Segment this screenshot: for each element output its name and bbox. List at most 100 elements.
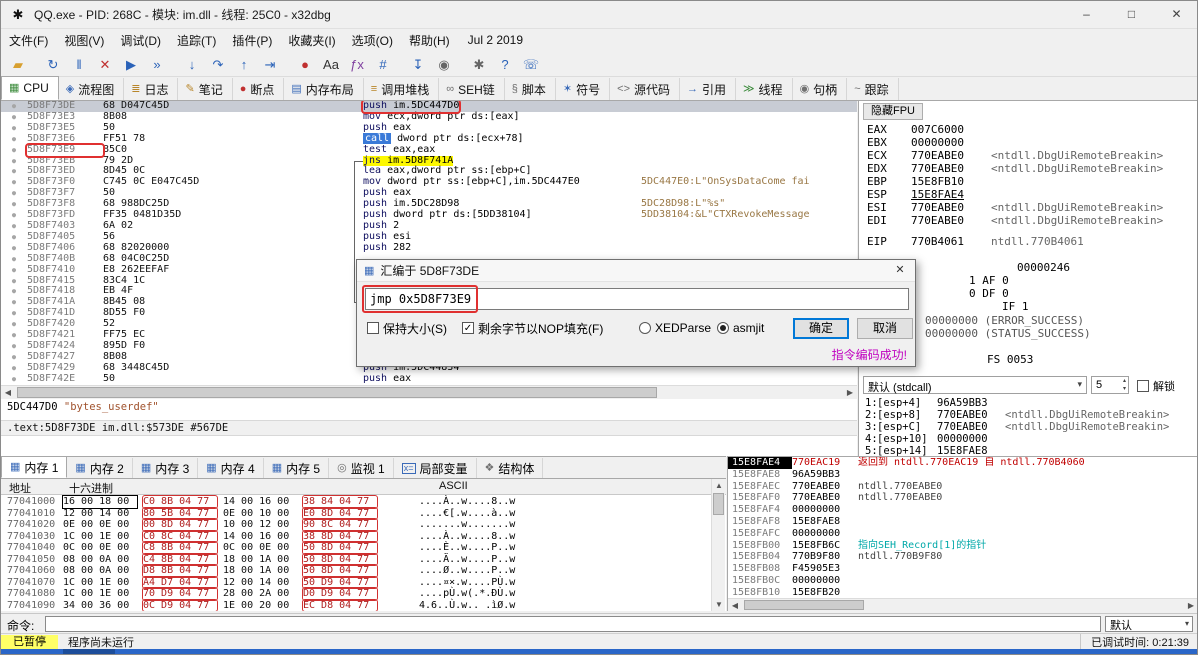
view-tab[interactable]: ≣ 日志 xyxy=(124,78,179,100)
register-row[interactable]: EAX 007C6000 xyxy=(859,123,1197,136)
toolbar-button-icon[interactable]: ◉ xyxy=(432,53,456,75)
command-input[interactable] xyxy=(45,616,1101,632)
dump-row[interactable]: 77041030 1C 00 1E 00 C0 8C 04 77 14 00 1… xyxy=(1,529,711,543)
stack-row[interactable]: 15E8FAEC 770EABE0 ntdll.770EABE0 xyxy=(728,481,1197,493)
view-tab[interactable]: ≡ 调用堆栈 xyxy=(364,78,440,100)
stack-horizontal-scrollbar[interactable]: ◀ ▶ xyxy=(728,598,1197,612)
scroll-left-arrow[interactable]: ◀ xyxy=(728,599,742,612)
toolbar-button-icon[interactable]: ↑ xyxy=(232,53,256,75)
menu-item[interactable]: 调试(D) xyxy=(112,29,169,52)
stack-row[interactable]: 15E8FAF8 15E8FAE8 xyxy=(728,516,1197,528)
breakpoint-dot-icon[interactable]: ● xyxy=(1,276,27,287)
dump-row[interactable]: 77041020 0E 00 0E 00 00 8D 04 77 10 00 1… xyxy=(1,518,711,532)
radio-icon[interactable] xyxy=(639,322,651,334)
toolbar-button-icon[interactable]: ↓ xyxy=(180,53,204,75)
argument-row[interactable]: 5: [esp+14] 15E8FAE8 xyxy=(859,445,1197,456)
taskbar-strip[interactable] xyxy=(1,649,1197,654)
view-tab[interactable]: ∞ SEH链 xyxy=(439,78,505,100)
stack-row[interactable]: 15E8FAF0 770EABE0 ntdll.770EABE0 xyxy=(728,492,1197,504)
dialog-title-bar[interactable]: ▦ 汇编于 5D8F73DE ✕ xyxy=(357,260,915,282)
argument-row[interactable]: 3: [esp+C] 770EABE0 <ntdll.DbgUiRemoteBr… xyxy=(859,421,1197,433)
register-row[interactable]: ECX 770EABE0 <ntdll.DbgUiRemoteBreakin> xyxy=(859,149,1197,162)
breakpoint-dot-icon[interactable]: ● xyxy=(1,254,27,265)
menu-item[interactable]: 视图(V) xyxy=(56,29,112,52)
toolbar-button-icon[interactable]: ? xyxy=(493,53,517,75)
breakpoint-dot-icon[interactable]: ● xyxy=(1,145,27,156)
stack-row[interactable]: 15E8FAF4 00000000 xyxy=(728,504,1197,516)
menu-item[interactable]: 插件(P) xyxy=(224,29,280,52)
dump-tab[interactable]: ▦ 内存 2 xyxy=(67,458,133,478)
stepper-arrows-icon[interactable]: ▴ ▾ xyxy=(1123,377,1126,393)
scroll-thumb[interactable] xyxy=(744,599,864,610)
dump-row[interactable]: 77041070 1C 00 1E 00 A4 D7 04 77 12 00 1… xyxy=(1,575,711,589)
view-tab[interactable]: → 引用 xyxy=(680,78,737,100)
toolbar-button-icon[interactable]: ↧ xyxy=(406,53,430,75)
view-tab[interactable]: <> 源代码 xyxy=(610,78,681,100)
dump-row[interactable]: 77041080 1C 00 1E 00 70 D9 04 77 28 00 2… xyxy=(1,587,711,601)
menu-item[interactable]: 追踪(T) xyxy=(169,29,224,52)
breakpoint-dot-icon[interactable]: ● xyxy=(1,308,27,319)
register-row[interactable]: EBP 15E8FB10 xyxy=(859,175,1197,188)
view-tab[interactable]: § 脚本 xyxy=(505,78,556,100)
ok-button[interactable]: 确定 xyxy=(793,318,849,339)
minimize-button[interactable]: – xyxy=(1064,1,1109,28)
checkbox-icon[interactable] xyxy=(367,322,379,334)
view-tab[interactable]: ~ 跟踪 xyxy=(847,78,899,100)
disasm-row[interactable]: ● 5D8F7403 6A 02 push 2 xyxy=(1,220,857,232)
toolbar-button-icon[interactable]: ↷ xyxy=(206,53,230,75)
breakpoint-dot-icon[interactable]: ● xyxy=(1,177,27,188)
dump-tab[interactable]: ◎ 监视 1 xyxy=(329,458,394,478)
dump-row[interactable]: 77041040 0C 00 0E 00 C8 8B 04 77 0C 00 0… xyxy=(1,541,711,555)
toolbar-button-icon[interactable]: ● xyxy=(293,53,317,75)
stack-row[interactable]: 15E8FB00 15E8FB6C 指向SEH_Record[1]的指针 xyxy=(728,540,1197,552)
breakpoint-dot-icon[interactable]: ● xyxy=(1,134,27,145)
stack-row[interactable]: 15E8FB04 770B9F80 ntdll.770B9F80 xyxy=(728,551,1197,563)
menu-item[interactable]: 选项(O) xyxy=(344,29,401,52)
toolbar-button-icon[interactable]: ☏ xyxy=(519,53,543,75)
disasm-row[interactable]: ● 5D8F742E 50 push eax xyxy=(1,373,857,385)
breakpoint-dot-icon[interactable]: ● xyxy=(1,188,27,199)
dump-row[interactable]: 77041090 34 00 36 00 0C D9 04 77 1E 00 2… xyxy=(1,598,711,611)
maximize-button[interactable]: □ xyxy=(1109,1,1154,28)
breakpoint-dot-icon[interactable]: ● xyxy=(1,363,27,374)
register-row[interactable]: EBX 00000000 xyxy=(859,136,1197,149)
menu-item[interactable]: 帮助(H) xyxy=(401,29,458,52)
breakpoint-dot-icon[interactable]: ● xyxy=(1,210,27,221)
dump-tab[interactable]: ▦ 内存 4 xyxy=(198,458,264,478)
scroll-right-arrow[interactable]: ▶ xyxy=(843,386,857,399)
dump-row[interactable]: 77041010 12 00 14 00 80 5B 04 77 0E 00 1… xyxy=(1,506,711,520)
assembly-input[interactable] xyxy=(365,288,909,310)
view-tab[interactable]: ◈ 流程图 xyxy=(59,78,125,100)
menu-item[interactable]: 收藏夹(I) xyxy=(280,29,343,52)
breakpoint-dot-icon[interactable]: ● xyxy=(1,265,27,276)
view-tab[interactable]: ▤ 内存布局 xyxy=(284,78,364,100)
scroll-thumb[interactable] xyxy=(713,493,724,515)
nop-fill-checkbox[interactable]: ✓ 剩余字节以NOP填充(F) xyxy=(462,318,603,338)
convention-dropdown[interactable]: 默认 (stdcall) ▾ xyxy=(863,376,1087,394)
breakpoint-dot-icon[interactable]: ● xyxy=(1,101,27,112)
toolbar-button-icon[interactable]: ▶ xyxy=(119,53,143,75)
scroll-thumb[interactable] xyxy=(17,387,657,398)
view-tab[interactable]: ▦ CPU xyxy=(1,76,59,100)
dump-row[interactable]: 77041060 08 00 0A 00 D8 8B 04 77 18 00 1… xyxy=(1,564,711,578)
dialog-close-icon[interactable]: ✕ xyxy=(885,260,915,281)
checkbox-icon[interactable] xyxy=(1137,380,1149,392)
disasm-row[interactable]: ● 5D8F73F0 C745 0C E047C45D mov dword pt… xyxy=(1,176,857,188)
scroll-track[interactable] xyxy=(742,599,1184,612)
stack-row[interactable]: 15E8FB08 F45905E3 xyxy=(728,563,1197,575)
breakpoint-dot-icon[interactable]: ● xyxy=(1,330,27,341)
command-profile-dropdown[interactable]: 默认 ▾ xyxy=(1105,616,1193,632)
dump-tab[interactable]: ▦ 内存 5 xyxy=(264,458,330,478)
toolbar-button-icon[interactable]: ƒx xyxy=(345,53,369,75)
breakpoint-dot-icon[interactable]: ● xyxy=(1,199,27,210)
disasm-horizontal-scrollbar[interactable]: ◀ ▶ xyxy=(1,385,857,399)
stack-row[interactable]: 15E8FB0C 00000000 xyxy=(728,575,1197,587)
argument-row[interactable]: 4: [esp+10] 00000000 xyxy=(859,433,1197,445)
dump-tab[interactable]: ▦ 内存 1 xyxy=(1,457,68,478)
unlock-checkbox[interactable]: 解锁 xyxy=(1137,378,1175,394)
toolbar-button-icon[interactable]: » xyxy=(145,53,169,75)
close-button[interactable]: ✕ xyxy=(1154,1,1197,28)
breakpoint-dot-icon[interactable]: ● xyxy=(1,319,27,330)
breakpoint-dot-icon[interactable]: ● xyxy=(1,221,27,232)
register-row[interactable]: ESI 770EABE0 <ntdll.DbgUiRemoteBreakin> xyxy=(859,201,1197,214)
